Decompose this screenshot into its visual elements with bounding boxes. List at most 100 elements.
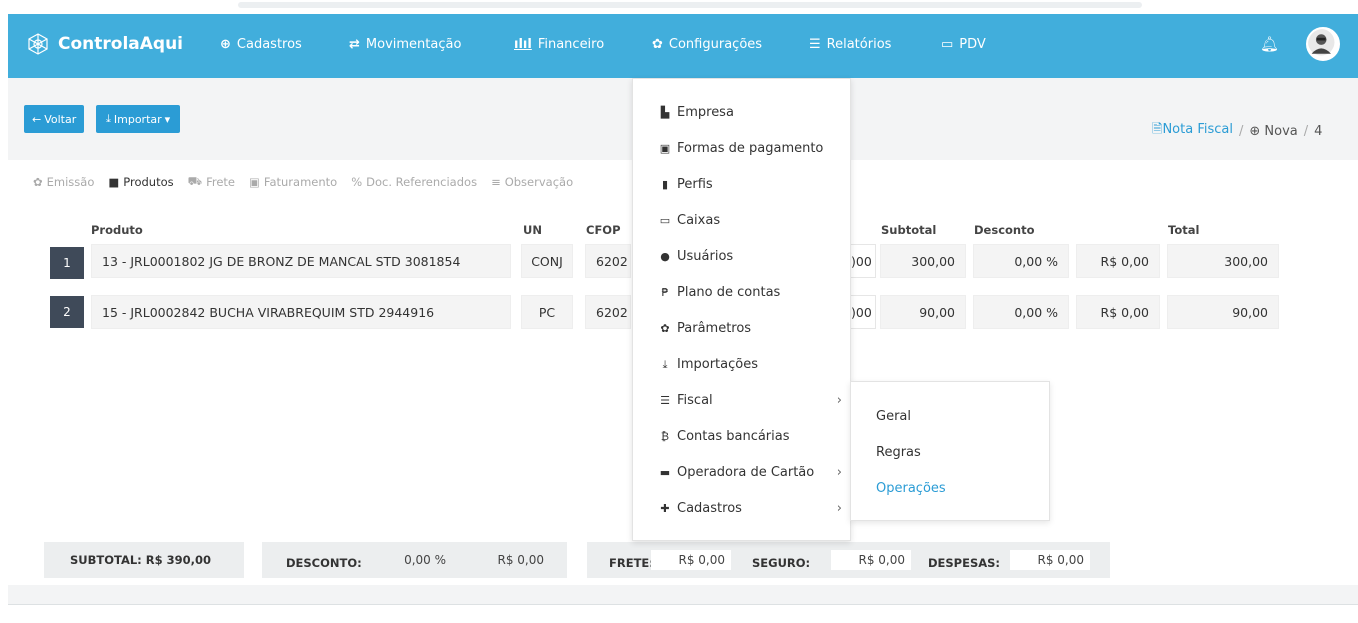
- credit-card-icon: ▬: [659, 466, 671, 479]
- tab-doc-referenciados[interactable]: % Doc. Referenciados: [351, 174, 477, 190]
- seguro-field[interactable]: R$ 0,00: [831, 550, 911, 570]
- tab-produtos[interactable]: ■ Produtos: [108, 174, 173, 190]
- nav-movimentacao[interactable]: ⇄ Movimentação: [349, 37, 461, 52]
- tab-emissao[interactable]: ✿ Emissão: [33, 174, 94, 190]
- top-strip: [0, 0, 1358, 14]
- discount-value-field[interactable]: R$ 0,00: [1076, 295, 1160, 329]
- submenu-item-operacoes[interactable]: Operações: [876, 481, 946, 496]
- brand-logo[interactable]: ControlaAqui: [26, 32, 183, 56]
- importar-button[interactable]: ⤓ Importar ▾: [96, 105, 181, 133]
- top-navbar: ControlaAqui ⊕ Cadastros ⇄ Movimentação …: [8, 14, 1358, 78]
- gear-icon: ✿: [660, 322, 670, 335]
- menu-item-parametros[interactable]: ✿ Parâmetros: [657, 321, 842, 336]
- cfop-field[interactable]: 6202: [585, 295, 631, 329]
- plus-circle-icon: ⊕: [1249, 123, 1261, 139]
- tab-label: Observação: [504, 175, 574, 189]
- discount-percent-field[interactable]: 0,00 %: [973, 244, 1069, 278]
- nav-relatorios[interactable]: ☰ Relatórios: [809, 37, 891, 52]
- discount-percent-field[interactable]: 0,00 %: [973, 295, 1069, 329]
- total-field[interactable]: 300,00: [1167, 244, 1279, 278]
- id-card-icon: ▮: [661, 178, 669, 191]
- breadcrumb-nota-fiscal[interactable]: 🗎Nota Fiscal: [1152, 120, 1233, 142]
- voltar-button[interactable]: ← Voltar: [24, 105, 85, 133]
- submenu-item-regras[interactable]: Regras: [876, 445, 921, 460]
- archive-icon: ■: [108, 175, 120, 189]
- tab-observacao[interactable]: ≡ Observação: [491, 174, 573, 190]
- menu-item-cadastros[interactable]: ✚ Cadastros ›: [657, 501, 842, 516]
- caret-down-icon: ▾: [164, 112, 171, 126]
- menu-item-label: Contas bancárias: [677, 429, 790, 444]
- tab-label: Frete: [206, 175, 236, 189]
- breadcrumb-current-label: Nova: [1264, 123, 1298, 139]
- menu-item-label: Cadastros: [677, 501, 742, 516]
- breadcrumb-separator: /: [1303, 123, 1309, 139]
- menu-item-label: Empresa: [677, 105, 734, 120]
- desconto-value-field[interactable]: R$ 0,00: [470, 550, 550, 570]
- breadcrumb-id: 4: [1314, 123, 1323, 139]
- menu-item-fiscal[interactable]: ☰ Fiscal ›: [657, 393, 842, 408]
- seguro-label: SEGURO:: [752, 556, 811, 570]
- nav-cadastros[interactable]: ⊕ Cadastros: [220, 37, 302, 52]
- tab-label: Emissão: [46, 175, 95, 189]
- voltar-label: Voltar: [44, 112, 77, 126]
- breadcrumb: 🗎Nota Fiscal / ⊕ Nova / 4: [1152, 120, 1322, 142]
- submenu-item-geral[interactable]: Geral: [876, 409, 911, 424]
- despesas-field[interactable]: R$ 0,00: [1010, 550, 1090, 570]
- un-field[interactable]: CONJ: [521, 244, 573, 278]
- config-dropdown-menu: ▙ Empresa ▣ Formas de pagamento ▮ Perfis ▭ C…: [632, 78, 851, 541]
- subtotal-field[interactable]: 90,00: [880, 295, 966, 329]
- menu-item-caixas[interactable]: ▭ Caixas: [657, 213, 842, 228]
- product-field[interactable]: 15 - JRL0002842 BUCHA VIRABREQUIM STD 29…: [91, 295, 511, 329]
- bar-chart-icon: ılıl: [514, 37, 532, 52]
- menu-item-empresa[interactable]: ▙ Empresa: [657, 105, 842, 120]
- nav-configuracoes[interactable]: ✿ Configurações: [652, 37, 762, 52]
- list-icon: ☰: [809, 37, 821, 52]
- tab-faturamento[interactable]: ▣ Faturamento: [249, 174, 337, 190]
- menu-item-label: Usuários: [677, 249, 734, 264]
- truck-icon: ⛟: [187, 174, 203, 188]
- laptop-icon: ▭: [659, 214, 671, 227]
- menu-item-label: Formas de pagamento: [677, 141, 824, 156]
- tab-frete[interactable]: ⛟ Frete: [188, 174, 235, 190]
- menu-item-perfis[interactable]: ▮ Perfis: [657, 177, 842, 192]
- menu-item-formas-pagamento[interactable]: ▣ Formas de pagamento: [657, 141, 842, 156]
- bell-icon[interactable]: 🔔︎: [1260, 35, 1279, 53]
- menu-item-plano-contas[interactable]: ₱ Plano de contas: [657, 285, 842, 300]
- col-header-un: UN: [523, 223, 542, 237]
- menu-item-usuarios[interactable]: ● Usuários: [657, 249, 842, 264]
- row-number: 1: [50, 247, 84, 279]
- nav-label: Cadastros: [236, 37, 302, 52]
- menu-item-contas-bancarias[interactable]: ₿ Contas bancárias: [657, 429, 842, 444]
- total-field[interactable]: 90,00: [1167, 295, 1279, 329]
- money-icon: ▣: [249, 175, 260, 189]
- nav-financeiro[interactable]: ılıl Financeiro: [514, 37, 604, 52]
- tab-label: Faturamento: [263, 175, 338, 189]
- product-field[interactable]: 13 - JRL0001802 JG DE BRONZ DE MANCAL ST…: [91, 244, 511, 278]
- menu-item-label: Plano de contas: [677, 285, 781, 300]
- link-icon: %: [351, 175, 363, 189]
- col-header-subtotal: Subtotal: [881, 223, 937, 237]
- file-icon: 🗎: [1152, 122, 1163, 137]
- un-field[interactable]: PC: [521, 295, 573, 329]
- col-header-desconto: Desconto: [974, 223, 1035, 237]
- divider: [8, 604, 1358, 605]
- bitcoin-icon: ₿: [660, 430, 670, 443]
- arrow-left-icon: ←: [32, 112, 42, 126]
- cfop-field[interactable]: 6202: [585, 244, 631, 278]
- col-header-cfop: CFOP: [586, 223, 621, 237]
- nav-pdv[interactable]: ▭ PDV: [941, 37, 986, 52]
- desconto-percent-field[interactable]: 0,00 %: [380, 550, 452, 570]
- subtotal-field[interactable]: 300,00: [880, 244, 966, 278]
- col-header-total: Total: [1168, 223, 1200, 237]
- menu-item-operadora-cartao[interactable]: ▬ Operadora de Cartão ›: [657, 465, 842, 480]
- fiscal-submenu: Geral Regras Operações: [850, 381, 1050, 521]
- avatar[interactable]: [1306, 27, 1340, 61]
- frete-field[interactable]: R$ 0,00: [651, 550, 731, 570]
- menu-item-label: Caixas: [677, 213, 721, 228]
- discount-value-field[interactable]: R$ 0,00: [1076, 244, 1160, 278]
- menu-item-importacoes[interactable]: ⤓ Importações: [657, 357, 842, 372]
- user-icon: ●: [660, 250, 670, 263]
- chevron-right-icon: ›: [836, 393, 842, 408]
- user-avatar-icon: [1308, 29, 1335, 56]
- menu-item-label: Parâmetros: [677, 321, 752, 336]
